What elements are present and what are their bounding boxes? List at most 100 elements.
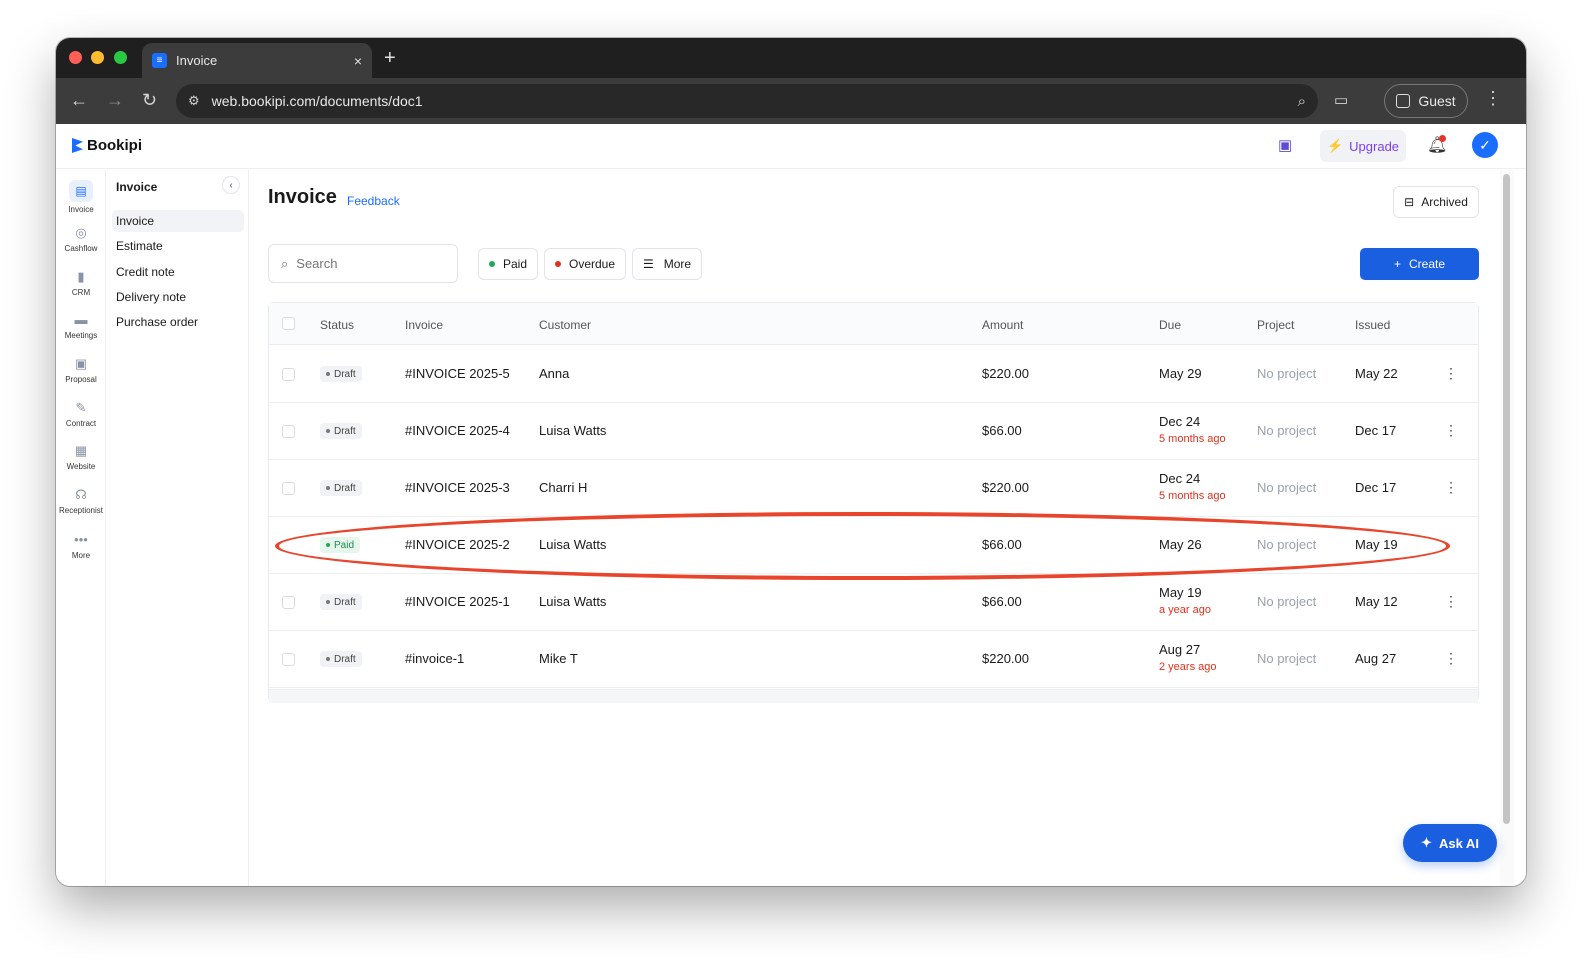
profile-button[interactable]: Guest (1384, 84, 1468, 118)
reload-icon[interactable]: ↻ (142, 90, 157, 111)
due-date: Dec 24 5 months ago (1159, 414, 1226, 445)
row-checkbox[interactable] (282, 425, 295, 438)
customer-name: Charri H (539, 480, 588, 495)
due-date-value: Aug 27 (1159, 642, 1201, 657)
back-arrow-icon[interactable]: ← (70, 90, 88, 111)
row-checkbox[interactable] (282, 653, 295, 666)
plus-icon: + (1393, 257, 1401, 271)
filter-paid-chip[interactable]: Paid (478, 248, 539, 280)
project: No project (1257, 594, 1317, 609)
subnav-item-estimate[interactable]: Estimate (112, 235, 244, 257)
table-row[interactable]: Draft #INVOICE 2025-1 Luisa Watts $66.00… (269, 574, 1478, 631)
bookipi-logo[interactable]: Bookipi (72, 137, 142, 154)
user-avatar[interactable]: ✓ (1472, 132, 1498, 158)
new-tab-icon[interactable]: + (384, 47, 396, 70)
header-customer[interactable]: Customer (539, 318, 591, 332)
row-menu-icon[interactable]: ⋮ (1444, 365, 1458, 382)
forward-arrow-icon[interactable]: → (106, 90, 124, 111)
due-relative: 2 years ago (1159, 661, 1217, 673)
upgrade-button[interactable]: ⚡ Upgrade (1320, 130, 1406, 162)
archive-icon: ⊟ (1404, 195, 1415, 209)
more-filters-button[interactable]: ☰ More (632, 248, 703, 280)
row-checkbox[interactable] (282, 596, 295, 609)
header-project[interactable]: Project (1257, 318, 1294, 332)
table-row[interactable]: Draft #invoice-1 Mike T $220.00 Aug 27 2… (269, 631, 1478, 688)
rail-label-invoice: Invoice (68, 205, 94, 214)
project: No project (1257, 651, 1317, 666)
rail-label-more: More (71, 551, 91, 560)
search-box[interactable]: ⌕ (268, 244, 458, 283)
horizontal-scrollbar[interactable] (269, 689, 1478, 703)
ask-ai-button[interactable]: ✦ Ask AI (1403, 824, 1497, 862)
maximize-window-button[interactable] (114, 51, 127, 64)
project: No project (1257, 423, 1317, 438)
crm-icon: ▮ (77, 269, 85, 284)
tab-close-icon[interactable]: × (354, 53, 362, 69)
site-settings-icon[interactable]: ⚙ (188, 93, 200, 109)
row-checkbox[interactable] (282, 368, 295, 381)
table-row[interactable]: Draft #INVOICE 2025-5 Anna $220.00 May 2… (269, 346, 1478, 403)
subnav-item-invoice[interactable]: Invoice (112, 210, 244, 232)
more-filters-label: More (663, 257, 692, 271)
rail-item-receptionist[interactable]: ☊ Receptionist (56, 488, 106, 516)
feedback-link[interactable]: Feedback (347, 194, 400, 208)
profile-label: Guest (1418, 93, 1456, 109)
rail-item-proposal[interactable]: ▣ Proposal (56, 357, 106, 385)
archived-button[interactable]: ⊟ Archived (1393, 186, 1479, 218)
header-invoice[interactable]: Invoice (405, 318, 443, 332)
row-menu-icon[interactable]: ⋮ (1444, 422, 1458, 439)
header-amount[interactable]: Amount (982, 318, 1023, 332)
status-badge: Draft (320, 594, 362, 610)
collapse-sidebar-icon[interactable]: ‹ (222, 176, 240, 194)
subnav-item-delivery-note[interactable]: Delivery note (112, 286, 244, 308)
vertical-scrollbar[interactable] (1500, 170, 1514, 886)
rail-item-more[interactable]: ••• More (56, 533, 106, 561)
row-menu-icon[interactable]: ⋮ (1444, 650, 1458, 667)
search-input[interactable] (296, 256, 437, 271)
rail-item-crm[interactable]: ▮ CRM (56, 269, 106, 298)
subnav-title: Invoice (116, 180, 158, 194)
row-menu-icon[interactable]: ⋮ (1444, 479, 1458, 496)
due-relative: 5 months ago (1159, 433, 1226, 445)
filter-overdue-label: Overdue (569, 257, 616, 271)
browser-tab[interactable]: ≡ Invoice × (142, 43, 372, 78)
header-due[interactable]: Due (1159, 318, 1181, 332)
subnav-item-purchase-order[interactable]: Purchase order (112, 311, 244, 333)
amount: $66.00 (982, 594, 1022, 609)
due-relative: 5 months ago (1159, 490, 1226, 502)
rail-item-invoice[interactable]: ▤ Invoice (56, 180, 106, 214)
invoice-icon: ▤ (69, 180, 93, 202)
due-date-value: Dec 24 (1159, 471, 1201, 486)
create-button[interactable]: + Create (1360, 248, 1479, 280)
rail-item-contract[interactable]: ✎ Contract (56, 401, 106, 429)
issued-date: Dec 17 (1355, 423, 1397, 438)
minimize-window-button[interactable] (91, 51, 104, 64)
status-label: Draft (334, 653, 356, 665)
table-row[interactable]: Draft #INVOICE 2025-4 Luisa Watts $66.00… (269, 403, 1478, 460)
rail-item-website[interactable]: ▦ Website (56, 444, 106, 472)
meetings-icon: ▬ (74, 312, 88, 327)
gift-icon[interactable]: ▣ (1278, 136, 1292, 154)
app-header: Bookipi ▣ ⚡ Upgrade 🔔︎ ✓ (56, 124, 1526, 169)
address-bar[interactable]: ⚙ web.bookipi.com/documents/doc1 ⌕ (176, 84, 1318, 118)
rail-item-cashflow[interactable]: ◎ Cashflow (56, 226, 106, 254)
browser-window: ≡ Invoice × + ← → ↻ ⚙ web.bookipi.com/do… (56, 38, 1526, 886)
due-date: May 29 (1159, 366, 1202, 381)
table-row[interactable]: Draft #INVOICE 2025-3 Charri H $220.00 D… (269, 460, 1478, 517)
rail-item-meetings[interactable]: ▬ Meetings (56, 312, 106, 341)
zoom-icon[interactable]: ⌕ (1298, 93, 1306, 110)
invoice-number: #INVOICE 2025-5 (405, 366, 510, 381)
header-issued[interactable]: Issued (1355, 318, 1390, 332)
archived-label: Archived (1421, 195, 1468, 209)
row-checkbox[interactable] (282, 482, 295, 495)
subnav-item-credit-note[interactable]: Credit note (112, 261, 244, 283)
status-dot (326, 657, 330, 661)
filter-overdue-chip[interactable]: Overdue (544, 248, 627, 280)
header-status[interactable]: Status (320, 318, 354, 332)
close-window-button[interactable] (69, 51, 82, 64)
scrollbar-thumb[interactable] (1503, 174, 1510, 824)
cast-search-icon[interactable]: ▭ (1334, 91, 1348, 109)
select-all-checkbox[interactable] (282, 317, 295, 330)
browser-menu-icon[interactable]: ⋮ (1484, 88, 1502, 109)
row-menu-icon[interactable]: ⋮ (1444, 593, 1458, 610)
